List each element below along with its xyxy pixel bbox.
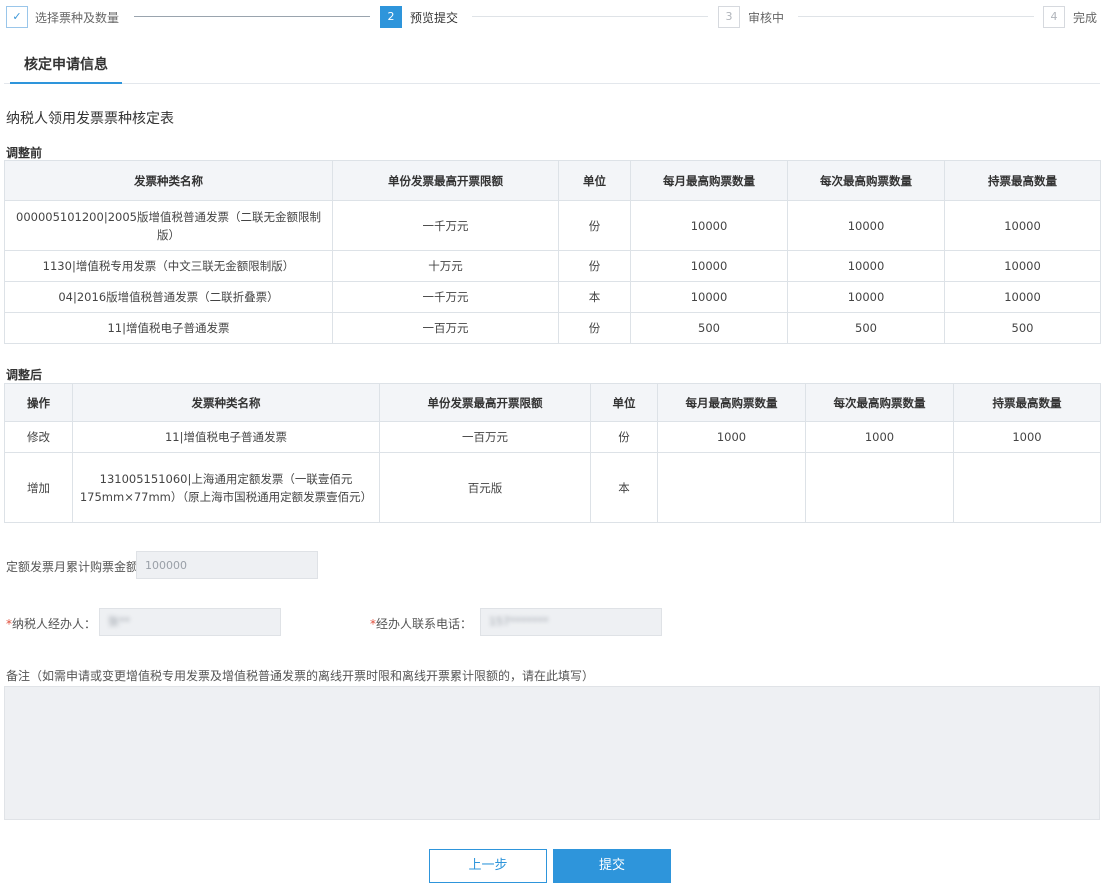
- cell-each: 10000: [787, 250, 945, 282]
- cell-name: 04|2016版增值税普通发票（二联折叠票）: [4, 281, 333, 313]
- cell-limit: 一百万元: [332, 312, 559, 344]
- cell-name: 11|增值税电子普通发票: [4, 312, 333, 344]
- remark-textarea[interactable]: [4, 686, 1100, 820]
- after-table: 操作 发票种类名称 单份发票最高开票限额 单位 每月最高购票数量 每次最高购票数…: [4, 383, 1101, 523]
- after-header-action: 操作: [4, 383, 73, 422]
- step-line-1: [134, 16, 370, 17]
- step-1-check-icon: ✓: [6, 6, 28, 28]
- cell-each: 500: [787, 312, 945, 344]
- cell-limit: 百元版: [379, 452, 591, 523]
- cell-hold: 500: [944, 312, 1101, 344]
- cell-name: 000005101200|2005版增值税普通发票（二联无金额限制版）: [4, 200, 333, 251]
- cell-each: 1000: [805, 421, 954, 453]
- before-title: 调整前: [6, 146, 43, 160]
- table-row: 修改 11|增值税电子普通发票 一百万元 份 1000 1000 1000: [4, 421, 1101, 453]
- previous-step-button[interactable]: 上一步: [429, 849, 547, 883]
- cell-unit: 份: [558, 250, 631, 282]
- cell-each: 10000: [787, 200, 945, 251]
- cell-action: 增加: [4, 452, 73, 523]
- cell-monthly: 10000: [630, 281, 788, 313]
- cell-hold: 10000: [944, 200, 1101, 251]
- cell-unit: 份: [590, 421, 658, 453]
- step-line-3: [798, 16, 1034, 17]
- before-header-unit: 单位: [558, 160, 631, 201]
- cell-limit: 一千万元: [332, 200, 559, 251]
- quota-label: 定额发票月累计购票金额：: [6, 560, 151, 574]
- phone-label-text: 经办人联系电话：: [376, 617, 473, 631]
- before-header-monthly: 每月最高购票数量: [630, 160, 788, 201]
- phone-value: 157*******: [489, 615, 549, 628]
- after-header-name: 发票种类名称: [72, 383, 380, 422]
- before-header-name: 发票种类名称: [4, 160, 333, 201]
- table-row: 11|增值税电子普通发票 一百万元 份 500 500 500: [4, 312, 1101, 344]
- agent-label-text: 纳税人经办人：: [12, 617, 97, 631]
- agent-input[interactable]: 张**: [99, 608, 281, 636]
- table-row: 1130|增值税专用发票（中文三联无金额限制版） 十万元 份 10000 100…: [4, 250, 1101, 282]
- cell-unit: 份: [558, 200, 631, 251]
- cell-monthly: 10000: [630, 200, 788, 251]
- agent-value: 张**: [108, 615, 130, 628]
- cell-limit: 一千万元: [332, 281, 559, 313]
- cell-monthly: [657, 452, 806, 523]
- after-header-unit: 单位: [590, 383, 658, 422]
- cell-each: 10000: [787, 281, 945, 313]
- after-title: 调整后: [6, 368, 43, 382]
- cell-name: 131005151060|上海通用定额发票（一联壹佰元175mm×77mm）（原…: [72, 452, 380, 523]
- cell-name: 11|增值税电子普通发票: [72, 421, 380, 453]
- cell-unit: 份: [558, 312, 631, 344]
- tab-apply-info[interactable]: 核定申请信息: [10, 50, 122, 84]
- after-header-monthly: 每月最高购票数量: [657, 383, 806, 422]
- submit-button[interactable]: 提交: [553, 849, 671, 883]
- cell-hold: [953, 452, 1101, 523]
- cell-limit: 一百万元: [379, 421, 591, 453]
- after-header-each: 每次最高购票数量: [805, 383, 954, 422]
- step-progress: ✓ 选择票种及数量 2 预览提交 3 审核中 4 完成: [0, 0, 1108, 36]
- form-title: 纳税人领用发票票种核定表: [6, 111, 174, 127]
- section-tabbar: 核定申请信息: [4, 50, 1100, 84]
- cell-unit: 本: [590, 452, 658, 523]
- step-line-2: [472, 16, 708, 17]
- cell-name: 1130|增值税专用发票（中文三联无金额限制版）: [4, 250, 333, 282]
- agent-label: *纳税人经办人：: [6, 615, 96, 632]
- before-table: 发票种类名称 单份发票最高开票限额 单位 每月最高购票数量 每次最高购票数量 持…: [4, 160, 1101, 344]
- after-header-limit: 单份发票最高开票限额: [379, 383, 591, 422]
- cell-unit: 本: [558, 281, 631, 313]
- quota-input[interactable]: [136, 551, 318, 579]
- remark-label: 备注（如需申请或变更增值税专用发票及增值税普通发票的离线开票时限和离线开票累计限…: [6, 669, 595, 683]
- cell-hold: 10000: [944, 281, 1101, 313]
- cell-monthly: 1000: [657, 421, 806, 453]
- before-header-each: 每次最高购票数量: [787, 160, 945, 201]
- step-4-label: 完成: [1073, 11, 1098, 25]
- cell-monthly: 500: [630, 312, 788, 344]
- cell-monthly: 10000: [630, 250, 788, 282]
- step-1-label: 选择票种及数量: [35, 11, 120, 25]
- step-4-number: 4: [1043, 6, 1065, 28]
- cell-hold: 1000: [953, 421, 1101, 453]
- table-row: 增加 131005151060|上海通用定额发票（一联壹佰元175mm×77mm…: [4, 452, 1101, 523]
- phone-label: *经办人联系电话：: [370, 615, 472, 632]
- step-2-label: 预览提交: [410, 11, 459, 25]
- cell-each: [805, 452, 954, 523]
- step-2-number: 2: [380, 6, 402, 28]
- step-3-number: 3: [718, 6, 740, 28]
- cell-action: 修改: [4, 421, 73, 453]
- table-row: 000005101200|2005版增值税普通发票（二联无金额限制版） 一千万元…: [4, 200, 1101, 251]
- after-header-hold: 持票最高数量: [953, 383, 1101, 422]
- phone-input[interactable]: 157*******: [480, 608, 662, 636]
- cell-limit: 十万元: [332, 250, 559, 282]
- step-3-label: 审核中: [748, 11, 785, 25]
- before-header-limit: 单份发票最高开票限额: [332, 160, 559, 201]
- cell-hold: 10000: [944, 250, 1101, 282]
- table-row: 04|2016版增值税普通发票（二联折叠票） 一千万元 本 10000 1000…: [4, 281, 1101, 313]
- before-header-hold: 持票最高数量: [944, 160, 1101, 201]
